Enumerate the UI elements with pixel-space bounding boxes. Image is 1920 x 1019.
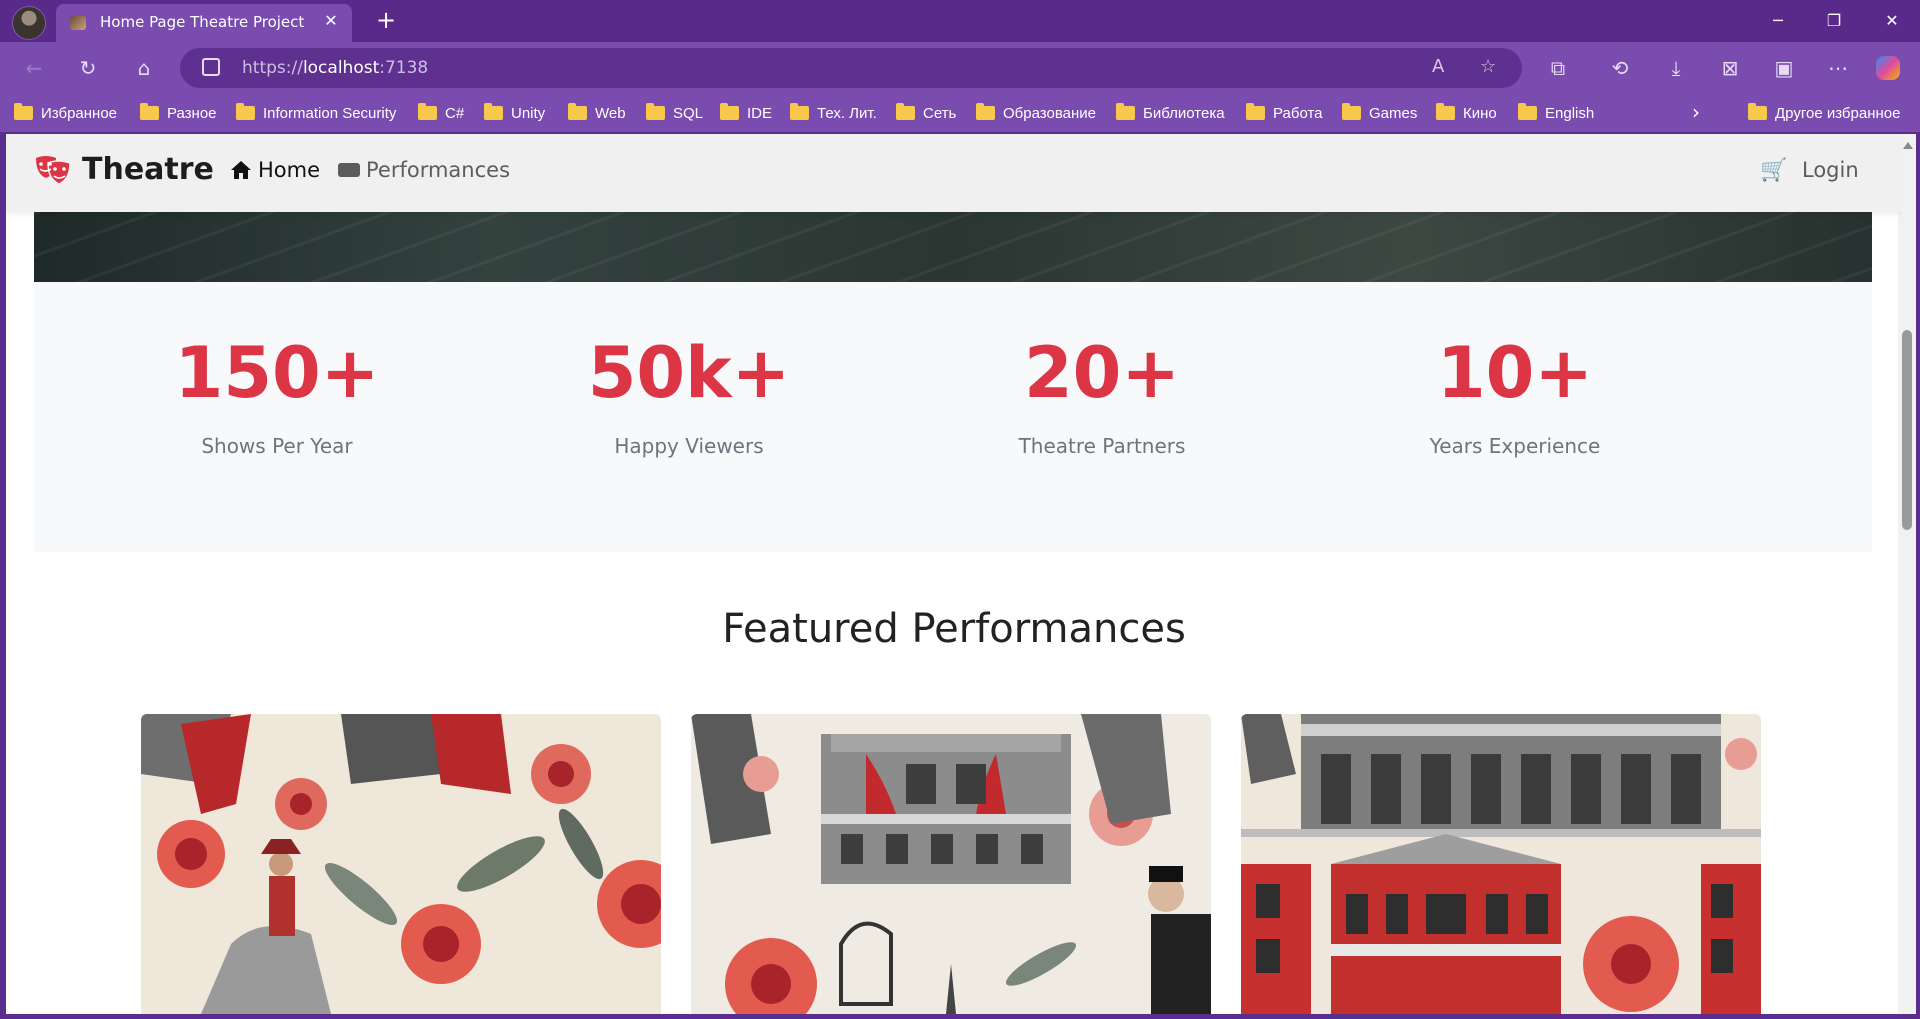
bookmark-folder[interactable]: Библиотека: [1116, 102, 1225, 124]
tab-favicon-icon: [70, 16, 86, 30]
bookmark-folder[interactable]: Разное: [140, 102, 217, 124]
back-button[interactable]: ←: [18, 52, 50, 84]
folder-icon: [790, 103, 809, 120]
stat-item: 50k+ Happy Viewers: [539, 338, 839, 458]
bookmark-folder[interactable]: Образование: [976, 102, 1096, 124]
collections-icon[interactable]: ▣: [1768, 52, 1800, 84]
performance-card-image[interactable]: [691, 714, 1211, 1014]
more-menu-icon[interactable]: ⋯: [1822, 52, 1854, 84]
bookmark-folder[interactable]: Games: [1342, 102, 1417, 124]
tab-title: Home Page Theatre Project: [100, 13, 305, 31]
theatre-masks-icon: [36, 155, 71, 185]
bookmark-folder[interactable]: Unity: [484, 102, 545, 124]
nav-performances-label: Performances: [366, 158, 511, 182]
stat-value: 20+: [1023, 332, 1181, 414]
stat-value: 10+: [1436, 332, 1594, 414]
home-button[interactable]: ⌂: [128, 52, 160, 84]
address-bar[interactable]: https://localhost:7138 A ☆: [180, 48, 1522, 88]
stat-item: 20+ Theatre Partners: [952, 338, 1252, 458]
scroll-up-arrow-icon[interactable]: [1903, 142, 1913, 149]
folder-icon: [1518, 103, 1537, 120]
screenshot-icon[interactable]: ⊠: [1714, 52, 1746, 84]
new-tab-button[interactable]: +: [372, 6, 400, 34]
bookmark-folder[interactable]: Кино: [1436, 102, 1497, 124]
bookmark-folder[interactable]: Тех. Лит.: [790, 102, 877, 124]
folder-icon: [484, 103, 503, 120]
chevron-right-icon[interactable]: ›: [1692, 100, 1700, 124]
stat-label: Happy Viewers: [614, 434, 764, 458]
history-icon[interactable]: ⟲: [1604, 52, 1636, 84]
bookmark-folder[interactable]: Web: [568, 102, 626, 124]
other-bookmarks-folder[interactable]: Другое избранное: [1748, 102, 1900, 124]
folder-icon: [1246, 103, 1265, 120]
page-viewport: Theatre Home Performances 🛒 Login 150+ S…: [6, 134, 1902, 1014]
folder-icon: [418, 103, 437, 120]
folder-icon: [1436, 103, 1455, 120]
browser-titlebar: Home Page Theatre Project ✕ + ─ ❐ ✕: [0, 0, 1920, 42]
refresh-button[interactable]: ↻: [72, 52, 104, 84]
stats-section: 150+ Shows Per Year 50k+ Happy Viewers 2…: [34, 282, 1872, 552]
bookmark-folder[interactable]: C#: [418, 102, 464, 124]
cart-icon[interactable]: 🛒: [1760, 158, 1787, 183]
copilot-icon[interactable]: [1876, 56, 1900, 80]
bookmark-folder[interactable]: SQL: [646, 102, 703, 124]
brand-name: Theatre: [82, 152, 214, 187]
stat-label: Shows Per Year: [201, 434, 353, 458]
browser-tab-active[interactable]: Home Page Theatre Project ✕: [56, 4, 352, 42]
restore-button[interactable]: ❐: [1806, 0, 1862, 42]
nav-home-link[interactable]: Home: [230, 158, 320, 182]
house-icon: [231, 161, 251, 179]
performance-card-image[interactable]: [141, 714, 661, 1014]
folder-icon: [140, 103, 159, 120]
nav-performances-link[interactable]: Performances: [338, 158, 510, 182]
hero-image: [34, 212, 1872, 282]
ticket-icon: [338, 163, 360, 177]
read-aloud-icon[interactable]: A: [1432, 56, 1444, 77]
downloads-icon[interactable]: ⤓: [1660, 52, 1692, 84]
bookmark-folder[interactable]: Information Security: [236, 102, 396, 124]
folder-icon: [646, 103, 665, 120]
minimize-button[interactable]: ─: [1750, 0, 1806, 42]
folder-icon: [236, 103, 255, 120]
performance-card-image[interactable]: [1241, 714, 1761, 1014]
url-text[interactable]: https://localhost:7138: [242, 58, 428, 78]
browser-toolbar: ← ↻ ⌂ https://localhost:7138 A ☆ ⧉ ⟲ ⤓ ⊠…: [0, 42, 1920, 94]
bookmark-folder[interactable]: IDE: [720, 102, 772, 124]
login-link[interactable]: Login: [1802, 158, 1859, 182]
close-window-button[interactable]: ✕: [1864, 0, 1920, 42]
extensions-icon[interactable]: ⧉: [1542, 52, 1574, 84]
folder-icon: [896, 103, 915, 120]
lock-icon[interactable]: [202, 58, 220, 76]
bookmarks-bar: Избранное Разное Information Security C#…: [0, 94, 1920, 132]
profile-avatar[interactable]: [12, 6, 46, 40]
bookmark-folder[interactable]: Избранное: [14, 102, 117, 124]
stat-label: Theatre Partners: [1018, 434, 1186, 458]
stat-item: 10+ Years Experience: [1365, 338, 1665, 458]
stat-value: 150+: [174, 332, 380, 414]
page-scrollbar[interactable]: [1898, 134, 1916, 1014]
folder-icon: [1116, 103, 1135, 120]
folder-icon: [568, 103, 587, 120]
bookmark-folder[interactable]: Сеть: [896, 102, 956, 124]
folder-icon: [1748, 103, 1767, 120]
nav-home-label: Home: [258, 158, 321, 182]
favorite-star-icon[interactable]: ☆: [1480, 56, 1496, 77]
scroll-thumb[interactable]: [1902, 330, 1912, 530]
bookmark-folder[interactable]: English: [1518, 102, 1594, 124]
site-navbar: Theatre Home Performances 🛒 Login: [6, 134, 1902, 212]
brand-link[interactable]: Theatre: [34, 152, 214, 187]
folder-icon: [14, 103, 33, 120]
bookmark-folder[interactable]: Работа: [1246, 102, 1323, 124]
stat-value: 50k+: [587, 332, 791, 414]
tab-close-icon[interactable]: ✕: [320, 10, 342, 32]
featured-performances-heading: Featured Performances: [722, 606, 1186, 652]
folder-icon: [976, 103, 995, 120]
folder-icon: [1342, 103, 1361, 120]
stat-item: 150+ Shows Per Year: [127, 338, 427, 458]
stat-label: Years Experience: [1429, 434, 1601, 458]
folder-icon: [720, 103, 739, 120]
